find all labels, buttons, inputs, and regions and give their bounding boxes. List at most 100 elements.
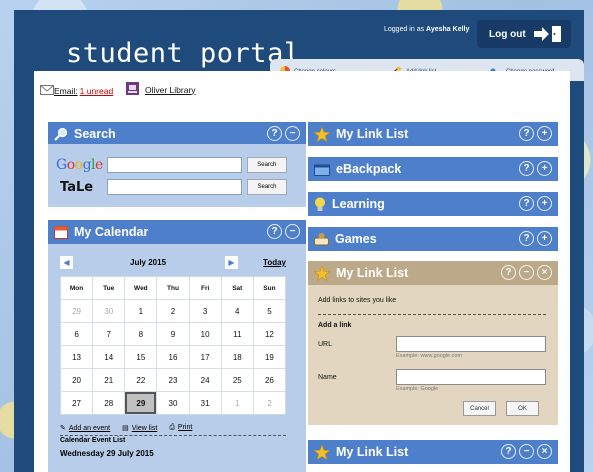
calendar-day[interactable]: 18 bbox=[221, 346, 253, 368]
calendar-day[interactable]: 8 bbox=[125, 323, 157, 345]
calendar-grid: Mon Tue Wed Thu Fri Sat Sun 29 30 1 2 3 4 5 6 7 8 9 10 11 12… bbox=[60, 276, 286, 415]
help-button[interactable]: ? bbox=[519, 126, 534, 141]
calendar-day-outside[interactable]: 2 bbox=[253, 392, 285, 414]
add-event-link[interactable]: ✎ Add an event bbox=[60, 424, 110, 432]
add-button[interactable]: + bbox=[537, 126, 552, 141]
close-button[interactable]: × bbox=[537, 444, 552, 459]
logout-button[interactable]: Log out bbox=[477, 20, 571, 48]
add-button[interactable]: + bbox=[537, 196, 552, 211]
ok-button[interactable]: OK bbox=[506, 401, 539, 416]
calendar-day[interactable]: 2 bbox=[157, 300, 189, 322]
weekday-header: Sun bbox=[253, 277, 285, 299]
add-event-label: Add an event bbox=[68, 425, 111, 432]
calendar-day[interactable]: 27 bbox=[61, 392, 93, 414]
name-input[interactable] bbox=[396, 369, 546, 385]
unread-count: 1 unread bbox=[79, 86, 114, 96]
calendar-day[interactable]: 6 bbox=[61, 323, 93, 345]
google-logo-icon: Google bbox=[56, 157, 103, 173]
calendar-day[interactable]: 30 bbox=[157, 392, 189, 414]
calendar-day[interactable]: 17 bbox=[189, 346, 221, 368]
collapse-button[interactable]: − bbox=[285, 126, 300, 141]
url-input[interactable] bbox=[396, 336, 546, 352]
logged-in-prefix: Logged in as bbox=[384, 26, 425, 33]
google-search-input[interactable] bbox=[106, 157, 242, 173]
calendar-day[interactable]: 4 bbox=[221, 300, 253, 322]
google-search-button[interactable]: Search bbox=[246, 157, 287, 173]
calendar-day[interactable]: 13 bbox=[61, 346, 93, 368]
calendar-day[interactable]: 15 bbox=[125, 346, 157, 368]
logout-icon bbox=[532, 25, 562, 46]
email-label: Email: bbox=[54, 86, 78, 96]
help-button[interactable]: ? bbox=[267, 224, 282, 239]
help-button[interactable]: ? bbox=[519, 161, 534, 176]
calendar-day[interactable]: 20 bbox=[61, 369, 93, 391]
cancel-button[interactable]: Cancel bbox=[463, 401, 496, 416]
calendar-day[interactable]: 25 bbox=[221, 369, 253, 391]
collapse-button[interactable]: − bbox=[285, 224, 300, 239]
month-label: July 2015 bbox=[130, 258, 167, 267]
calendar-day[interactable]: 12 bbox=[253, 323, 285, 345]
calendar-day-outside[interactable]: 29 bbox=[61, 300, 93, 322]
print-link[interactable]: ⎙ Print bbox=[169, 424, 192, 432]
view-list-link[interactable]: ▤ View list bbox=[122, 424, 157, 432]
next-month-button[interactable]: ▶ bbox=[225, 256, 238, 269]
calendar-day[interactable]: 1 bbox=[125, 300, 157, 322]
ebackpack-header[interactable]: eBackpack ? + bbox=[308, 157, 558, 181]
calendar-day[interactable]: 3 bbox=[189, 300, 221, 322]
help-button[interactable]: ? bbox=[501, 444, 516, 459]
tale-search-row: TaLe Search bbox=[56, 179, 287, 195]
calendar-day[interactable]: 28 bbox=[93, 392, 125, 414]
help-button[interactable]: ? bbox=[267, 126, 282, 141]
link-form-intro: Add links to sites you like bbox=[318, 297, 397, 304]
help-button[interactable]: ? bbox=[519, 196, 534, 211]
calendar-day[interactable]: 14 bbox=[93, 346, 125, 368]
my-link-list-header[interactable]: My Link List ? + bbox=[308, 122, 558, 146]
calendar-day[interactable]: 10 bbox=[189, 323, 221, 345]
add-button[interactable]: + bbox=[537, 231, 552, 246]
email-link[interactable]: Email: 1 unread bbox=[40, 85, 113, 97]
library-logo-icon bbox=[126, 82, 139, 97]
close-button[interactable]: × bbox=[537, 265, 552, 280]
calendar-day[interactable]: 26 bbox=[253, 369, 285, 391]
calendar-divider bbox=[60, 435, 286, 436]
calendar-day-outside[interactable]: 30 bbox=[93, 300, 125, 322]
add-link-heading: Add a link bbox=[318, 322, 352, 329]
game-console-icon bbox=[314, 232, 329, 246]
my-link-list-edit-title: My Link List bbox=[336, 266, 409, 280]
calendar-day[interactable]: 7 bbox=[93, 323, 125, 345]
calendar-day[interactable]: 23 bbox=[157, 369, 189, 391]
learning-title: Learning bbox=[332, 197, 385, 211]
help-button[interactable]: ? bbox=[519, 231, 534, 246]
library-link[interactable]: Oliver Library bbox=[126, 82, 196, 97]
folder-icon bbox=[314, 163, 330, 176]
search-panel-title: Search bbox=[74, 127, 116, 141]
calendar-day[interactable]: 31 bbox=[189, 392, 221, 414]
calendar-day[interactable]: 11 bbox=[221, 323, 253, 345]
calendar-day[interactable]: 22 bbox=[125, 369, 157, 391]
user-name: Ayesha Kelly bbox=[426, 26, 470, 33]
calendar-day[interactable]: 19 bbox=[253, 346, 285, 368]
games-header[interactable]: Games ? + bbox=[308, 227, 558, 251]
collapse-button[interactable]: − bbox=[519, 444, 534, 459]
logged-in-text: Logged in as Ayesha Kelly bbox=[384, 26, 469, 33]
tale-search-input[interactable] bbox=[107, 179, 242, 195]
library-label: Oliver Library bbox=[145, 84, 196, 95]
calendar-day[interactable]: 29 bbox=[125, 392, 157, 414]
calendar-day[interactable]: 9 bbox=[157, 323, 189, 345]
learning-header[interactable]: Learning ? + bbox=[308, 192, 558, 216]
my-link-list-edit-header: My Link List ? − × bbox=[308, 261, 558, 285]
add-button[interactable]: + bbox=[537, 161, 552, 176]
tale-search-button[interactable]: Search bbox=[247, 179, 287, 195]
calendar-day[interactable]: 21 bbox=[93, 369, 125, 391]
collapse-button[interactable]: − bbox=[519, 265, 534, 280]
calendar-day[interactable]: 5 bbox=[253, 300, 285, 322]
help-button[interactable]: ? bbox=[501, 265, 516, 280]
calendar-day-outside[interactable]: 1 bbox=[221, 392, 253, 414]
ebackpack-title: eBackpack bbox=[336, 162, 402, 176]
today-link[interactable]: Today bbox=[263, 258, 286, 267]
calendar-day[interactable]: 16 bbox=[157, 346, 189, 368]
calendar-icon bbox=[54, 225, 68, 239]
my-link-list-bottom-header[interactable]: My Link List ? − × bbox=[308, 440, 558, 464]
prev-month-button[interactable]: ◀ bbox=[60, 256, 73, 269]
calendar-day[interactable]: 24 bbox=[189, 369, 221, 391]
